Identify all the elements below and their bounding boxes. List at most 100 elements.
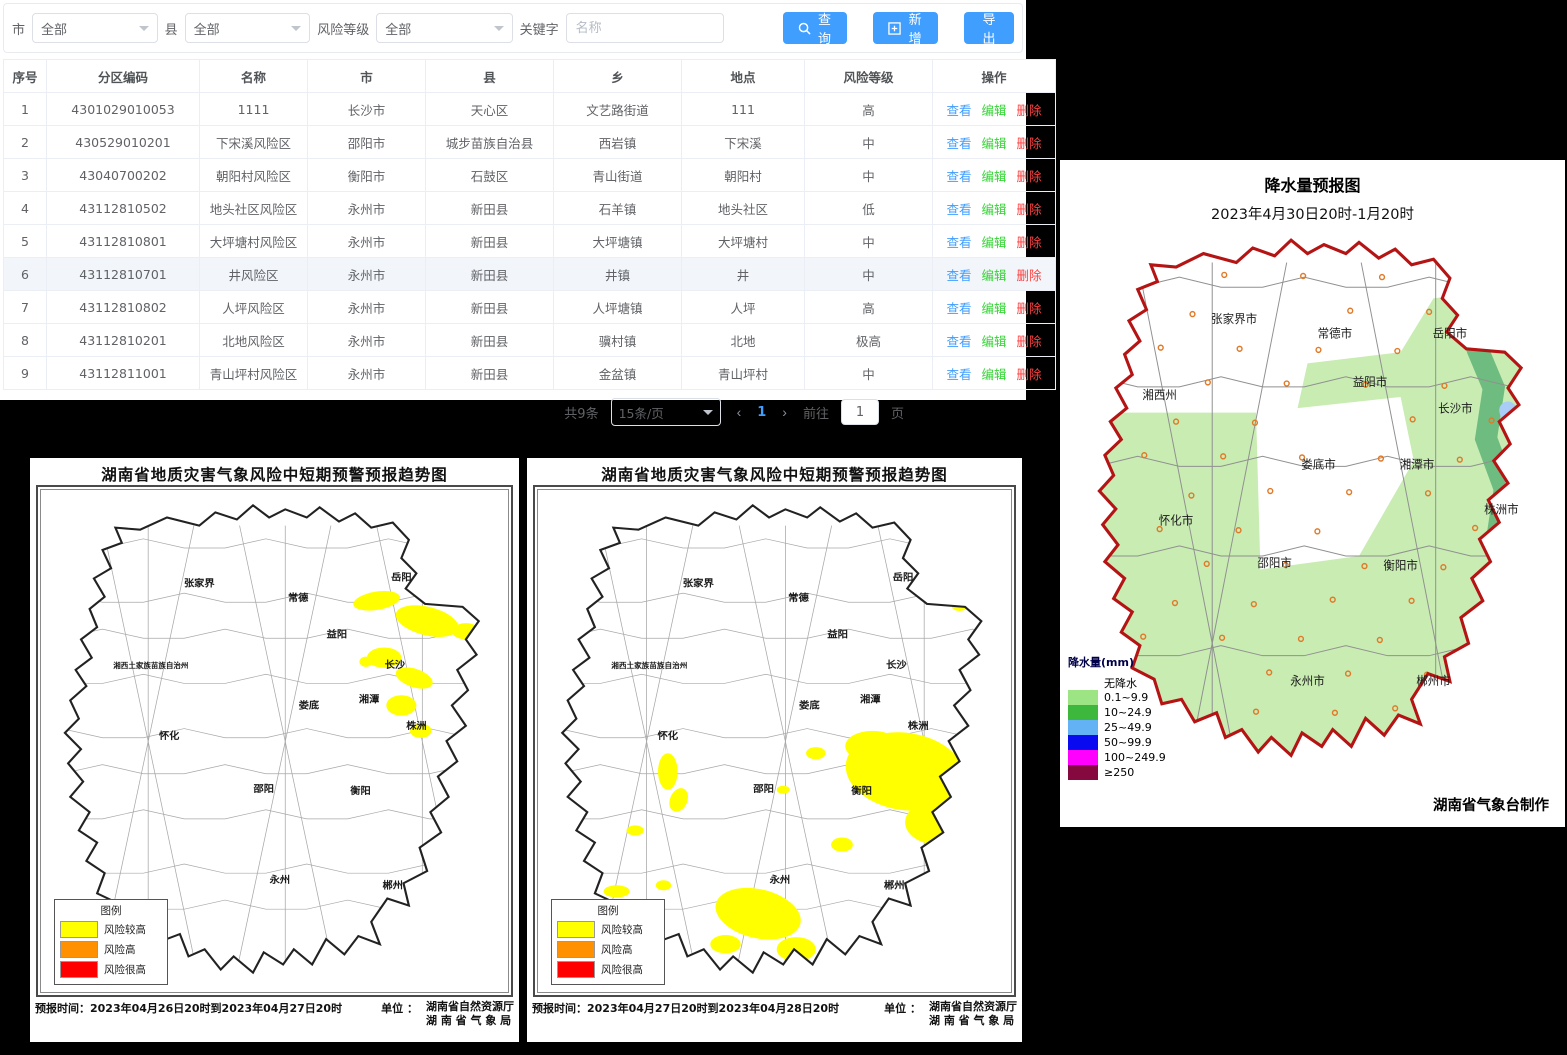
- table-row[interactable]: 343040700202朝阳村风险区衡阳市石鼓区青山街道朝阳村中查看编辑删除: [4, 159, 1056, 192]
- table-cell: 43112810502: [47, 192, 200, 225]
- table-cell: 43112810701: [47, 258, 200, 291]
- view-link[interactable]: 查看: [946, 235, 971, 250]
- table-cell: 4: [4, 192, 47, 225]
- risk-area-high: [359, 657, 372, 667]
- unit-line2: 湖 南 省 气 象 局: [929, 1014, 1017, 1028]
- table-cell: 3: [4, 159, 47, 192]
- current-page[interactable]: 1: [757, 405, 766, 420]
- delete-link[interactable]: 删除: [1017, 169, 1042, 184]
- edit-link[interactable]: 编辑: [981, 202, 1006, 217]
- prev-page-button[interactable]: ‹: [733, 404, 746, 420]
- view-link[interactable]: 查看: [946, 334, 971, 349]
- chevron-down-icon: [291, 26, 301, 31]
- table-cell: 中: [805, 159, 933, 192]
- edit-link[interactable]: 编辑: [981, 367, 1006, 382]
- legend-item: 风险较高: [557, 921, 659, 938]
- delete-link[interactable]: 删除: [1017, 235, 1042, 250]
- search-button[interactable]: 查询: [783, 12, 848, 44]
- actions-cell: 查看编辑删除: [933, 126, 1056, 159]
- edit-link[interactable]: 编辑: [981, 268, 1006, 283]
- add-button[interactable]: 新增: [873, 12, 938, 44]
- table-cell: 下宋溪: [682, 126, 805, 159]
- filter-bar: 市 全部 县 全部 风险等级 全部 关键字: [3, 3, 1023, 53]
- table-row[interactable]: 843112810201北地风险区永州市新田县骥村镇北地极高查看编辑删除: [4, 324, 1056, 357]
- precipitation-map-card: 降水量预报图 2023年4月30日20时-1月20时 张家界市常德市岳阳市湘西州…: [1060, 160, 1565, 827]
- table-row[interactable]: 443112810502地头社区风险区永州市新田县石羊镇地头社区低查看编辑删除: [4, 192, 1056, 225]
- table-row[interactable]: 743112810802人坪风险区永州市新田县人坪塘镇人坪高查看编辑删除: [4, 291, 1056, 324]
- rain-area-storm: [1519, 438, 1526, 472]
- table-row[interactable]: 143010290100531111长沙市天心区文艺路街道111高查看编辑删除: [4, 93, 1056, 126]
- table-cell: 极高: [805, 324, 933, 357]
- page-size-select[interactable]: 15条/页: [611, 398, 721, 426]
- risk-area-high: [845, 731, 899, 761]
- risk-area-high: [386, 695, 416, 715]
- edit-link[interactable]: 编辑: [981, 103, 1006, 118]
- city-label: 娄底: [799, 699, 820, 712]
- keyword-input[interactable]: [566, 13, 724, 43]
- risk-area-high: [658, 753, 678, 790]
- column-header: 名称: [200, 60, 308, 93]
- table-cell: 43112810802: [47, 291, 200, 324]
- county-filter-select[interactable]: 全部: [185, 13, 311, 43]
- view-link[interactable]: 查看: [946, 268, 971, 283]
- delete-link[interactable]: 删除: [1017, 103, 1042, 118]
- table-cell: 高: [805, 291, 933, 324]
- table-row[interactable]: 643112810701井风险区永州市新田县井镇井中查看编辑删除: [4, 258, 1056, 291]
- table-header: 序号分区编码名称市县乡地点风险等级操作: [4, 60, 1056, 93]
- delete-link[interactable]: 删除: [1017, 301, 1042, 316]
- risk-area-high: [710, 935, 740, 953]
- delete-link[interactable]: 删除: [1017, 268, 1042, 283]
- view-link[interactable]: 查看: [946, 367, 971, 382]
- delete-link[interactable]: 删除: [1017, 202, 1042, 217]
- next-page-button[interactable]: ›: [778, 404, 791, 420]
- risk-level-filter-select[interactable]: 全部: [376, 13, 512, 43]
- table-row[interactable]: 2430529010201下宋溪风险区邵阳市城步苗族自治县西岩镇下宋溪中查看编辑…: [4, 126, 1056, 159]
- view-link[interactable]: 查看: [946, 103, 971, 118]
- table-cell: 青山街道: [554, 159, 682, 192]
- table-cell: 邵阳市: [308, 126, 426, 159]
- delete-link[interactable]: 删除: [1017, 136, 1042, 151]
- city-filter-select[interactable]: 全部: [32, 13, 158, 43]
- edit-link[interactable]: 编辑: [981, 235, 1006, 250]
- edit-link[interactable]: 编辑: [981, 169, 1006, 184]
- legend-label: 风险较高: [104, 922, 146, 937]
- city-label: 娄底: [299, 699, 319, 712]
- city-label: 衡阳市: [1383, 558, 1418, 572]
- legend-swatch: [60, 921, 98, 938]
- view-link[interactable]: 查看: [946, 136, 971, 151]
- station-dot: [1522, 673, 1527, 678]
- table-cell: 天心区: [426, 93, 554, 126]
- table-cell: 井镇: [554, 258, 682, 291]
- table-cell: 新田县: [426, 192, 554, 225]
- table-row[interactable]: 943112811001青山坪村风险区永州市新田县金盆镇青山坪村中查看编辑删除: [4, 357, 1056, 390]
- unit-label: 单位 ：: [884, 1000, 921, 1029]
- table-cell: 新田县: [426, 258, 554, 291]
- delete-link[interactable]: 删除: [1017, 367, 1042, 382]
- export-button[interactable]: 导出: [964, 12, 1014, 44]
- city-label: 岳阳市: [1433, 326, 1468, 340]
- station-dot: [1472, 707, 1477, 712]
- chevron-down-icon: [494, 26, 504, 31]
- view-link[interactable]: 查看: [946, 202, 971, 217]
- view-link[interactable]: 查看: [946, 169, 971, 184]
- edit-link[interactable]: 编辑: [981, 334, 1006, 349]
- table-cell: 中: [805, 225, 933, 258]
- trend-map-card-1: 湖南省地质灾害气象风险中短期预警预报趋势图 张家界常德岳阳湘西土家族苗族自治州益…: [30, 458, 519, 1042]
- goto-page-input[interactable]: [841, 399, 879, 425]
- city-label: 邵阳: [253, 783, 275, 795]
- legend-item: 50~99.9: [1068, 735, 1166, 750]
- trend-map-2-footer: 预报时间：2023年04月27日20时到2023年04月28日20时 单位 ： …: [532, 1000, 1017, 1029]
- city-label: 郴州: [383, 879, 403, 892]
- trend-map-1-footer: 预报时间：2023年04月26日20时到2023年04月27日20时 单位 ： …: [35, 1000, 514, 1029]
- edit-link[interactable]: 编辑: [981, 136, 1006, 151]
- column-header: 地点: [682, 60, 805, 93]
- legend-swatch: [1068, 765, 1098, 780]
- edit-link[interactable]: 编辑: [981, 301, 1006, 316]
- delete-link[interactable]: 删除: [1017, 334, 1042, 349]
- table-cell: 地头社区风险区: [200, 192, 308, 225]
- city-label: 长沙: [385, 658, 405, 671]
- table-row[interactable]: 543112810801大坪塘村风险区永州市新田县大坪塘镇大坪塘村中查看编辑删除: [4, 225, 1056, 258]
- table-cell: 430529010201: [47, 126, 200, 159]
- table-cell: 永州市: [308, 258, 426, 291]
- view-link[interactable]: 查看: [946, 301, 971, 316]
